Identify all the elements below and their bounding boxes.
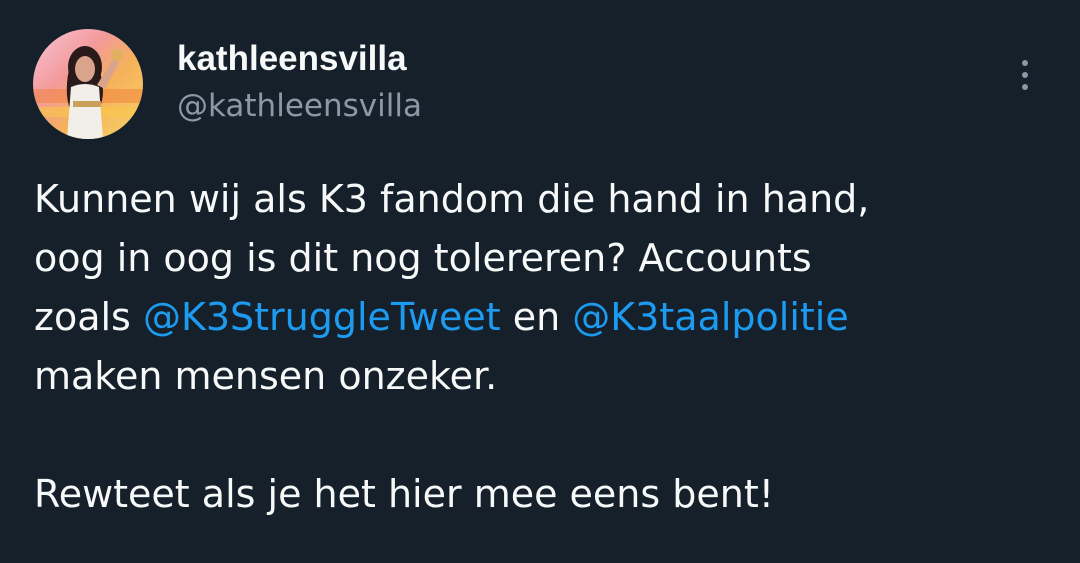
tweet-line: Rewteet als je het hier mee eens bent!	[34, 472, 774, 516]
mention-link-k3taalpolitie[interactable]: @K3taalpolitie	[572, 295, 848, 339]
vertical-ellipsis-icon	[1022, 84, 1028, 90]
author-handle[interactable]: @kathleensvilla	[177, 85, 422, 127]
profile-photo-icon	[33, 29, 143, 139]
tweet-line: Kunnen wij als K3 fandom die hand in han…	[34, 177, 870, 221]
avatar[interactable]	[33, 29, 143, 139]
vertical-ellipsis-icon	[1022, 60, 1028, 66]
author-display-name[interactable]: kathleensvilla	[177, 37, 407, 81]
tweet-text-segment: zoals	[34, 295, 131, 339]
tweet-text-segment: en	[512, 295, 561, 339]
mention-link-k3struggletweet[interactable]: @K3StruggleTweet	[143, 295, 501, 339]
more-options-button[interactable]	[1003, 50, 1047, 100]
tweet-line: maken mensen onzeker.	[34, 354, 498, 398]
tweet-text: Kunnen wij als K3 fandom die hand in han…	[34, 170, 1064, 524]
tweet-line: oog in oog is dit nog tolereren? Account…	[34, 236, 812, 280]
tweet-line: zoals @K3StruggleTweet en @K3taalpolitie	[34, 288, 1064, 347]
vertical-ellipsis-icon	[1022, 72, 1028, 78]
